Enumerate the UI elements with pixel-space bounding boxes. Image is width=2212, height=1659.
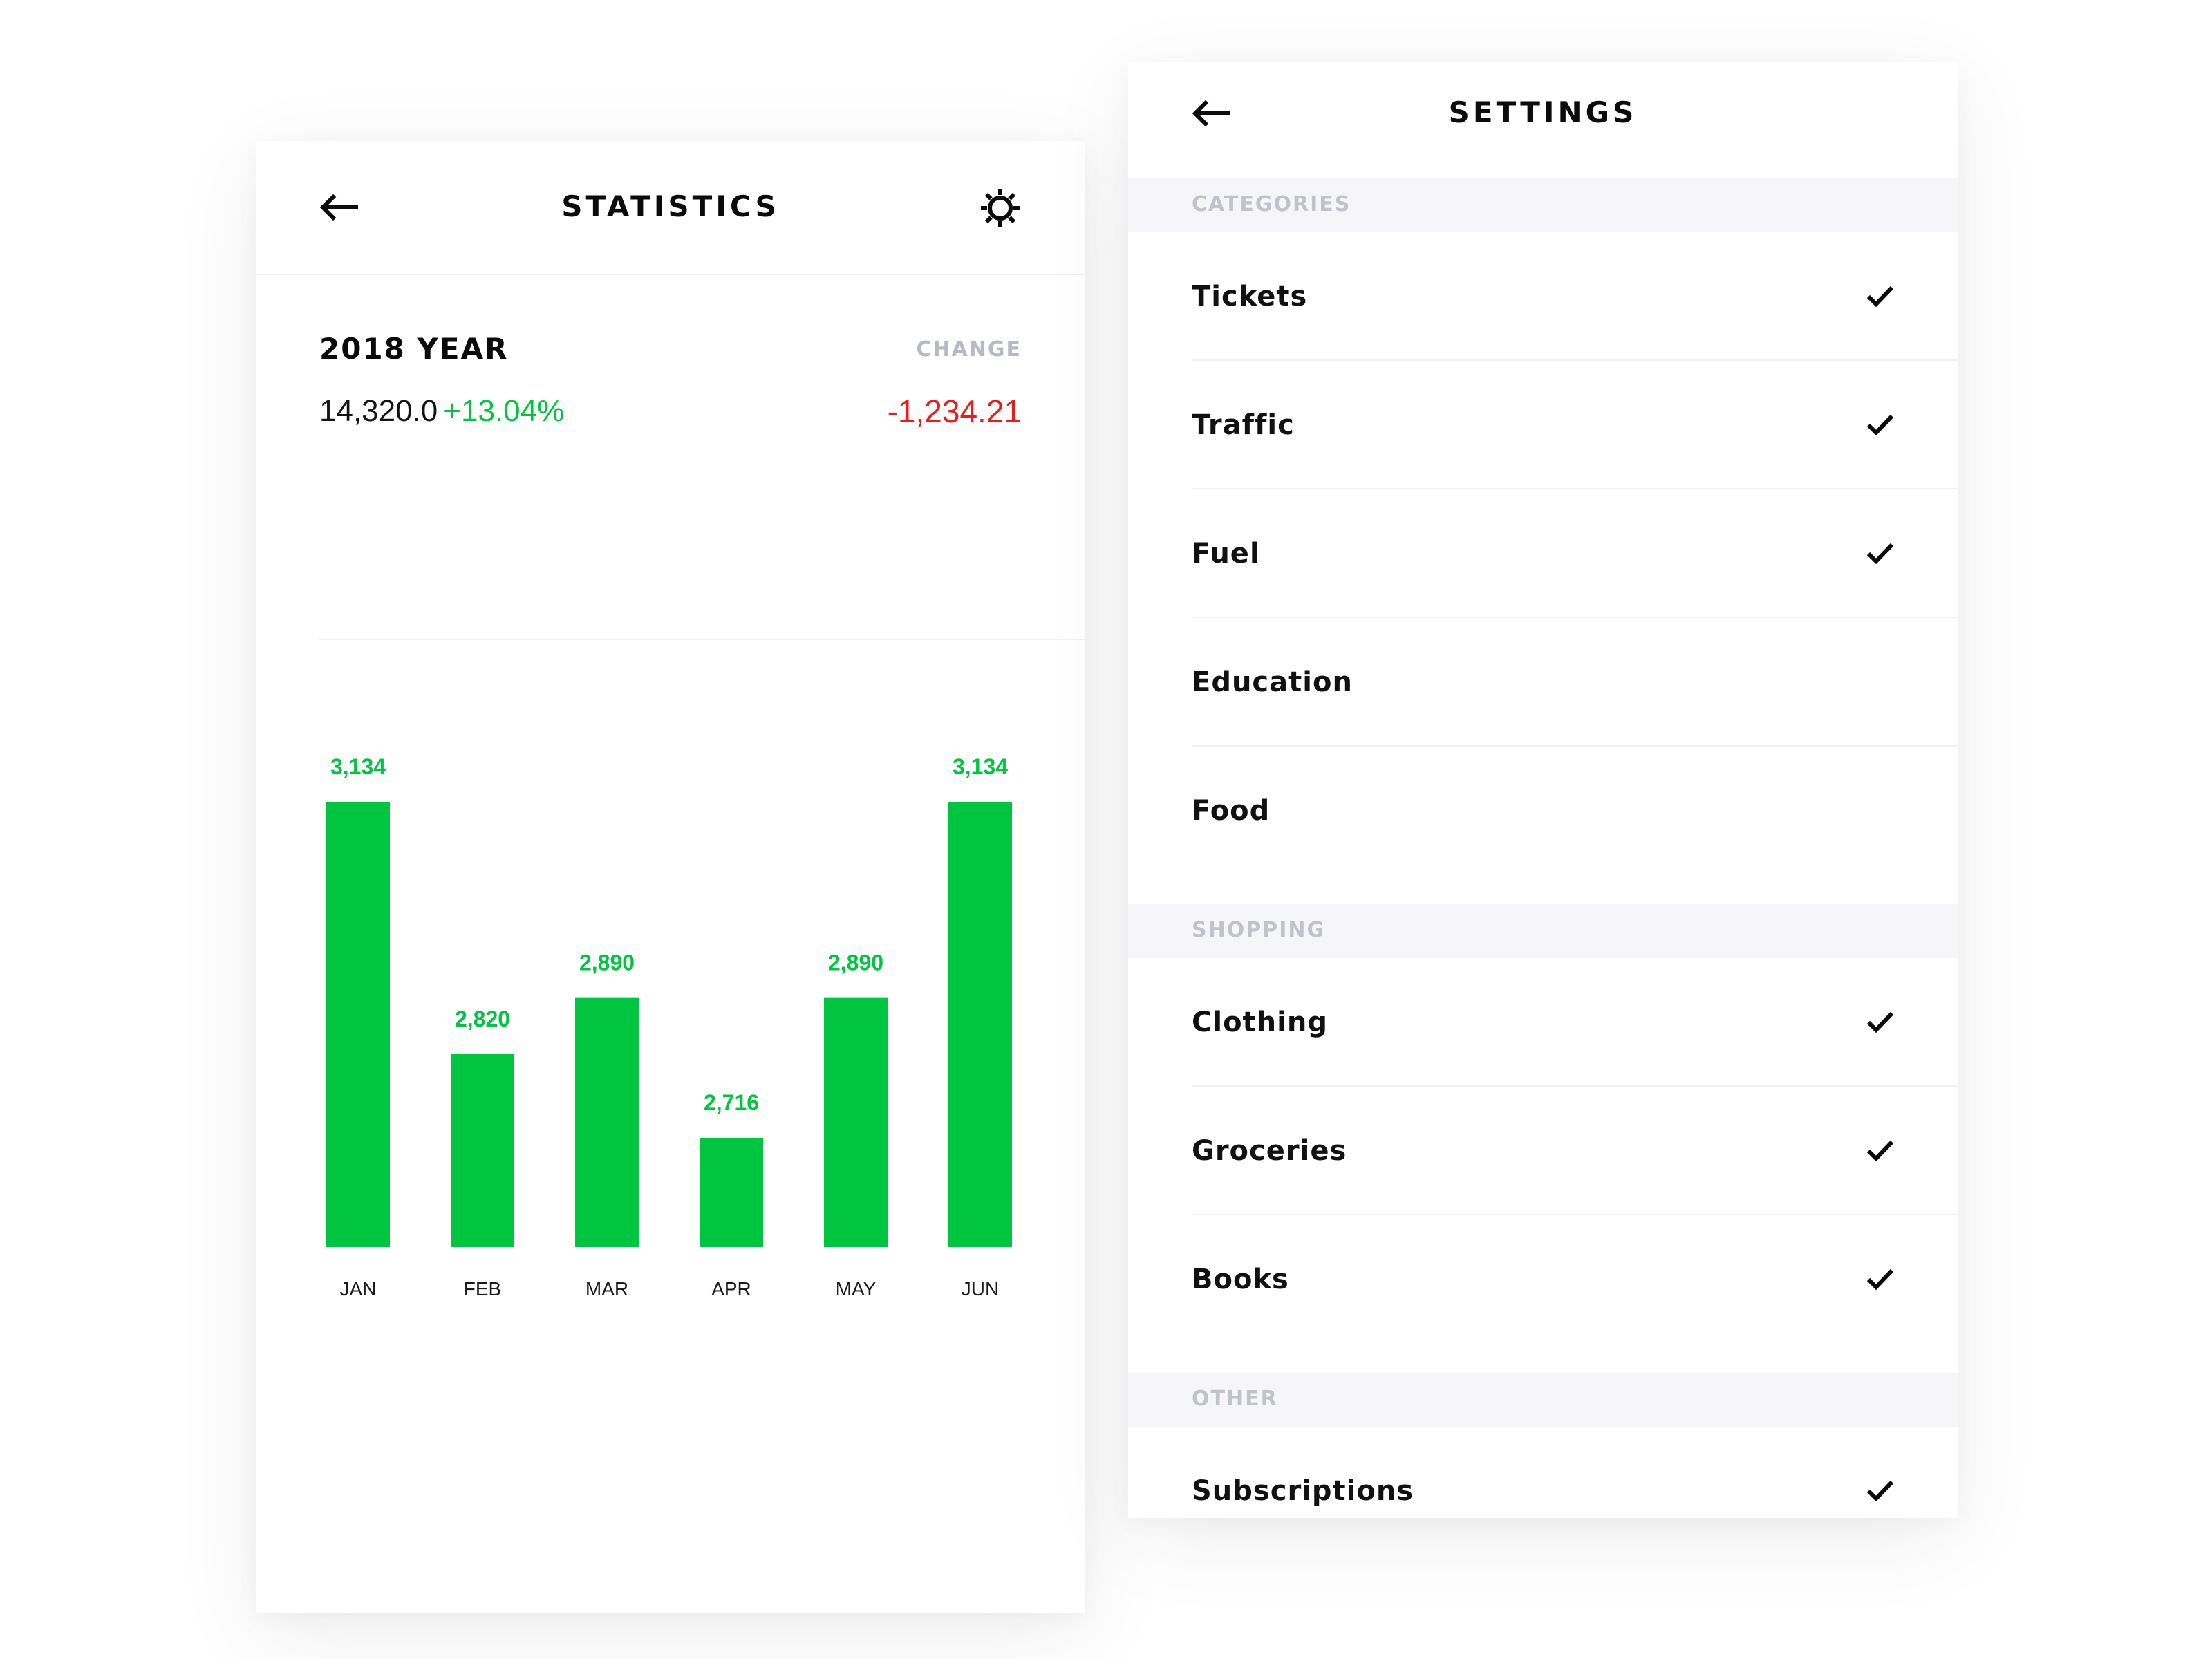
checkmark-icon[interactable] [1865, 1478, 1895, 1504]
chart-bar [451, 1054, 514, 1247]
bar-value-label: 2,820 [455, 1006, 510, 1031]
settings-screen: SETTINGS CATEGORIES Tickets Traffic Fuel… [1128, 62, 1958, 1518]
section-label: OTHER [1192, 1387, 1278, 1411]
item-label: Fuel [1192, 538, 1260, 570]
item-label: Tickets [1192, 281, 1308, 312]
x-tick-label: APR [711, 1278, 751, 1300]
chart-bar [326, 802, 390, 1247]
item-label: Books [1192, 1264, 1289, 1295]
section-label: CATEGORIES [1192, 192, 1351, 216]
bar-value-label: 2,716 [704, 1090, 759, 1115]
settings-header: SETTINGS [1128, 62, 1958, 178]
item-label: Subscriptions [1192, 1475, 1414, 1507]
bar-value-label: 2,890 [828, 950, 883, 975]
checkmark-icon[interactable] [1865, 541, 1895, 567]
list-item-food[interactable]: Food [1128, 747, 1958, 875]
checkmark-icon[interactable] [1865, 1009, 1895, 1035]
checkmark-icon[interactable] [1865, 1138, 1895, 1164]
list-item-books[interactable]: Books [1128, 1215, 1958, 1344]
x-tick-label: MAY [836, 1278, 877, 1300]
bar-value-label: 2,890 [579, 950, 635, 975]
x-tick-label: MAR [585, 1278, 628, 1300]
list-item-traffic[interactable]: Traffic [1128, 361, 1958, 489]
list-item-education[interactable]: Education [1128, 618, 1958, 747]
section-label: SHOPPING [1192, 918, 1326, 942]
x-tick-label: FEB [464, 1278, 501, 1300]
list-item-tickets[interactable]: Tickets [1128, 232, 1958, 361]
section-header-shopping: SHOPPING [1128, 904, 1958, 958]
item-label: Food [1192, 795, 1271, 827]
checkmark-icon[interactable] [1865, 1266, 1895, 1293]
statistics-screen: STATISTICS 2018 YEAR 14,320.0 +13.04% CHA… [256, 141, 1085, 1613]
section-header-other: OTHER [1128, 1373, 1958, 1427]
item-label: Clothing [1192, 1006, 1328, 1038]
item-label: Education [1192, 666, 1353, 698]
bar-chart: 3,134 JAN 2,820 FEB 2,890 MAR 2,716 APR 2,890 MAY… [326, 754, 1012, 1300]
list-item-groceries[interactable]: Groceries [1128, 1087, 1958, 1215]
page-title: SETTINGS [1448, 95, 1638, 129]
list-item-subscriptions[interactable]: Subscriptions [1128, 1427, 1958, 1518]
x-tick-label: JAN [340, 1278, 377, 1300]
item-label: Traffic [1192, 409, 1295, 441]
list-item-clothing[interactable]: Clothing [1128, 958, 1958, 1087]
bar-value-label: 3,134 [330, 754, 386, 779]
chart-bar [824, 997, 888, 1247]
item-label: Groceries [1192, 1135, 1347, 1167]
chart-bar [948, 802, 1012, 1247]
list-item-fuel[interactable]: Fuel [1128, 489, 1958, 618]
checkmark-icon[interactable] [1865, 412, 1895, 438]
bar-value-label: 3,134 [953, 754, 1008, 779]
chart-bar [575, 997, 639, 1247]
x-tick-label: JUN [962, 1278, 999, 1300]
section-header-categories: CATEGORIES [1128, 178, 1958, 232]
checkmark-icon[interactable] [1865, 283, 1895, 310]
chart-bar [700, 1137, 763, 1247]
